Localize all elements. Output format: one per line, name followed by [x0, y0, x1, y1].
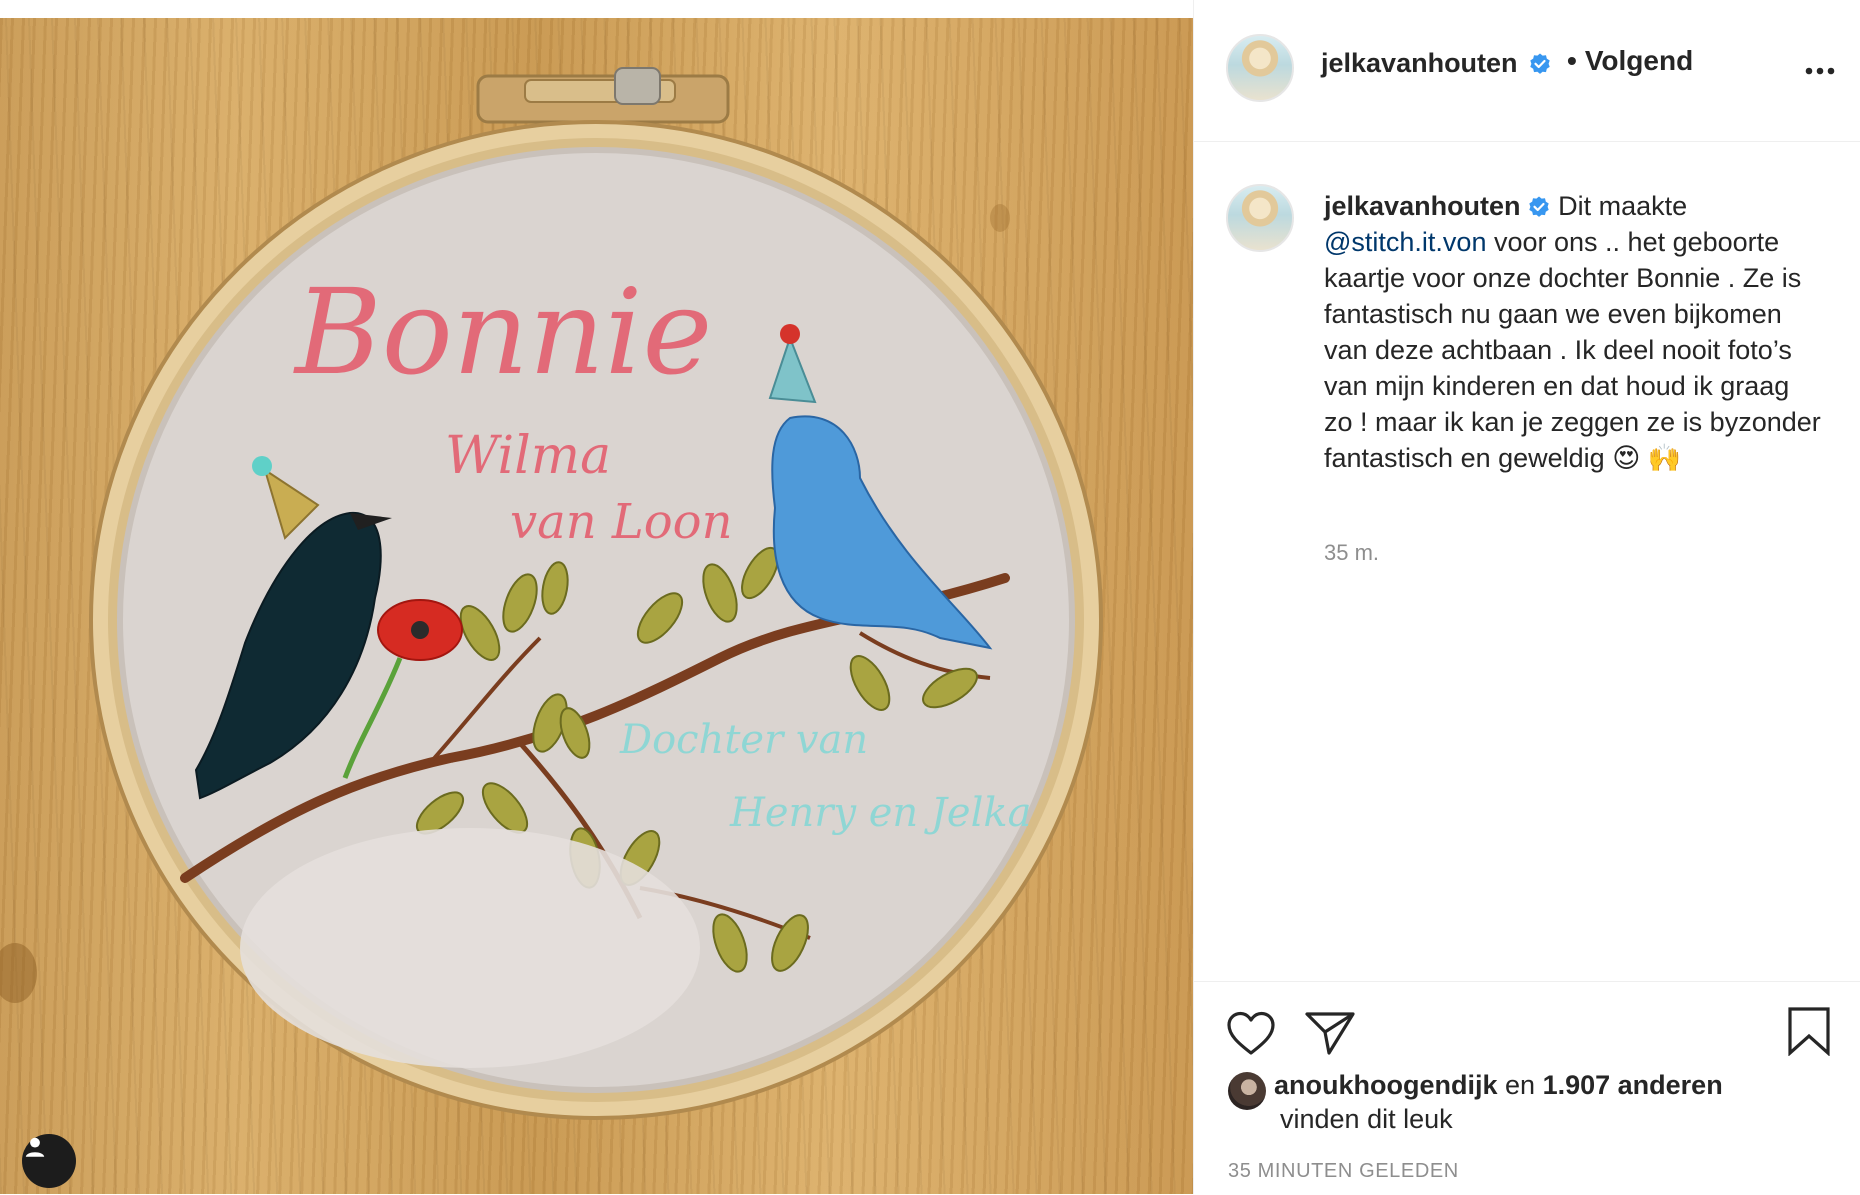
embroidery-line-wilma: Wilma — [445, 426, 611, 486]
first-liker-username[interactable]: anoukhoogendijk — [1274, 1070, 1498, 1100]
separator-dot: • — [1567, 45, 1577, 76]
caption-timestamp[interactable]: 35 m. — [1324, 540, 1379, 566]
header-username-wrap: jelkavanhouten — [1321, 48, 1552, 79]
post-photo[interactable]: Bonnie Wilma van Loon Dochter van Henry … — [0, 18, 1193, 1194]
user-icon — [25, 1137, 45, 1157]
more-horizontal-icon — [1805, 67, 1835, 75]
embroidery-line-parents: Henry en Jelka — [729, 790, 1031, 836]
heart-icon — [1227, 1011, 1275, 1055]
caption-emoji: 😍 🙌 — [1612, 443, 1682, 473]
liker-avatar[interactable] — [1228, 1072, 1266, 1110]
caption-mention-link[interactable]: @stitch.it.von — [1324, 227, 1486, 257]
header-username[interactable]: jelkavanhouten — [1321, 48, 1518, 78]
verified-badge-icon — [1528, 196, 1549, 217]
embroidery-line-dochter-van: Dochter van — [619, 717, 868, 763]
caption-author-avatar[interactable] — [1226, 184, 1294, 252]
follow-status-label: Volgend — [1584, 45, 1694, 76]
author-avatar[interactable] — [1226, 34, 1294, 102]
likes-others-link[interactable]: 1.907 anderen — [1543, 1070, 1723, 1100]
post-side-panel: jelkavanhouten • Volgend jelkavanhouten D… — [1193, 0, 1860, 1194]
save-button[interactable] — [1787, 1006, 1831, 1061]
post-caption: jelkavanhouten Dit maakte @stitch.it.von… — [1324, 188, 1824, 476]
share-button[interactable] — [1305, 1010, 1355, 1061]
post-time-ago[interactable]: 35 MINUTEN GELEDEN — [1228, 1160, 1459, 1183]
likes-summary: anoukhoogendijk en 1.907 anderen — [1274, 1067, 1723, 1103]
caption-text-intro: Dit maakte — [1558, 191, 1688, 221]
embroidery-line-van-loon: van Loon — [510, 494, 733, 550]
bookmark-icon — [1788, 1007, 1830, 1057]
tagged-people-button[interactable] — [22, 1134, 76, 1188]
post-header: jelkavanhouten • Volgend — [1194, 0, 1860, 142]
verified-badge-icon — [1530, 53, 1550, 74]
caption-text-body: voor ons .. het geboorte kaartje voor on… — [1324, 227, 1821, 473]
likes-connector: en — [1505, 1070, 1536, 1100]
likes-suffix: vinden dit leuk — [1280, 1104, 1453, 1134]
embroidery-hoop-image: Bonnie Wilma van Loon Dochter van Henry … — [0, 67, 1103, 1120]
embroidery-name: Bonnie — [293, 263, 712, 401]
follow-status-button[interactable]: • Volgend — [1567, 45, 1693, 77]
like-button[interactable] — [1226, 1011, 1276, 1062]
caption-username[interactable]: jelkavanhouten — [1324, 191, 1521, 221]
more-options-button[interactable] — [1805, 62, 1835, 80]
send-icon — [1305, 1012, 1355, 1055]
